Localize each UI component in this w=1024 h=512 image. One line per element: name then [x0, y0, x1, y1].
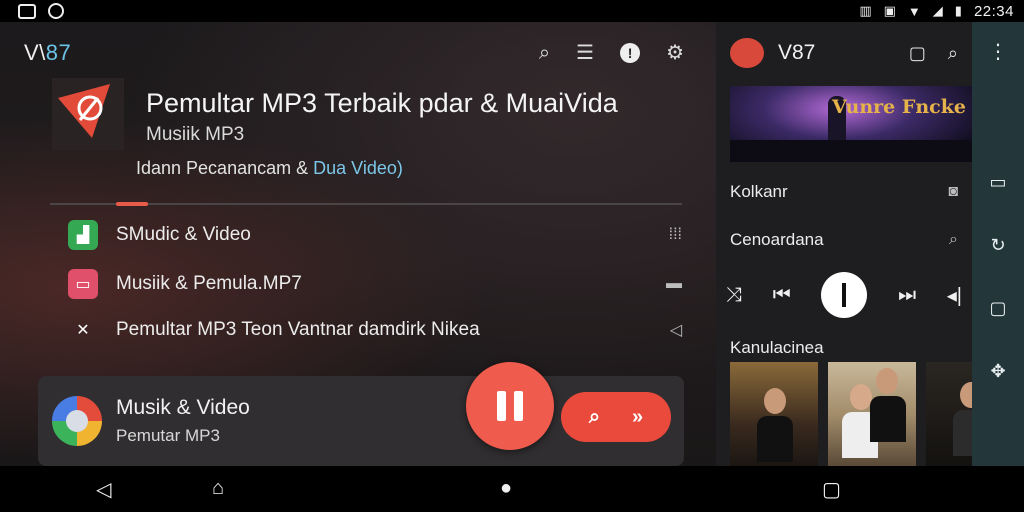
panel-row[interactable]: Kolkanr ◙	[730, 180, 958, 204]
battery-icon[interactable]: ▬	[666, 275, 682, 293]
status-bar: ▥ ▣ ▼ ◢ ▮ 22:34	[0, 0, 1024, 22]
menu-item[interactable]: ✕ Pemultar MP3 Teon Vantnar damdirk Nike…	[68, 315, 682, 345]
next-icon[interactable]: ⏭	[898, 284, 916, 307]
home-icon[interactable]: ●	[500, 477, 512, 500]
info-icon[interactable]: !	[620, 43, 641, 63]
pause-button[interactable]	[466, 362, 554, 450]
puzzle-icon[interactable]: ✥	[990, 361, 1005, 382]
grid-icon[interactable]: ⁞⁞⁞	[669, 226, 682, 244]
music-file-icon: ▟	[68, 220, 98, 250]
share-icon[interactable]: ◁	[670, 320, 682, 340]
video-thumbnail[interactable]	[828, 362, 916, 466]
camera-icon[interactable]: ◙	[948, 183, 958, 201]
skip-controls[interactable]: ⌕ »	[561, 392, 671, 442]
app-subtitle: Musiik MP3	[146, 124, 245, 145]
recents-icon[interactable]: ▢	[822, 477, 841, 502]
panel-row[interactable]: Cenoardana ⌕	[730, 228, 958, 252]
side-rail: ⋮ ▭ ↻ ▢ ✥	[972, 22, 1024, 466]
volume-icon[interactable]: ◂|	[947, 283, 962, 308]
search-icon[interactable]: ⌕	[948, 43, 958, 64]
rotate-icon[interactable]: ↻	[990, 235, 1005, 256]
navigation-bar: ◁ ⌂ ● ▢	[0, 466, 1024, 512]
progress-indicator	[116, 202, 148, 206]
chat-bubble-icon	[48, 3, 64, 19]
app-logo	[52, 78, 124, 150]
search-icon[interactable]: ⌕	[589, 406, 600, 429]
video-thumbnail[interactable]	[730, 362, 818, 466]
settings-icon[interactable]: ⚙	[666, 43, 684, 63]
list-icon[interactable]: ☰	[576, 43, 594, 63]
nfc-icon: ▣	[883, 3, 896, 18]
search-icon[interactable]: ⌕	[949, 231, 958, 249]
album-art-icon	[52, 396, 102, 446]
search-icon[interactable]: ⌕	[539, 43, 550, 63]
more-vert-icon[interactable]: ⋮	[988, 42, 1008, 62]
app-logo-small	[730, 38, 764, 68]
back-icon[interactable]: ◁	[96, 477, 111, 502]
wifi-icon: ▼	[907, 3, 921, 19]
top-app-bar: V\87 ⌕ ☰ ! ⚙	[24, 40, 684, 66]
signal-icon: ◢	[932, 3, 943, 18]
featured-sign: Vunre Fncke	[832, 96, 966, 118]
panel-brand: V87	[778, 41, 816, 64]
home-up-icon[interactable]: ⌂	[212, 477, 224, 500]
progress-divider	[50, 202, 682, 206]
playback-controls: ⤨ ⏮ ⏭ ◂|	[726, 270, 962, 320]
app-description: Idann Pecanancam & Dua Video)	[136, 158, 403, 178]
app-title: Pemultar MP3 Terbaik pdar & MuaiVida	[146, 88, 618, 118]
brand-logo-text: V\87	[24, 40, 72, 65]
shuffle-icon: ✕	[76, 322, 90, 339]
bookmark-icon: ▭	[68, 269, 98, 299]
folder-icon[interactable]: ▢	[909, 43, 926, 64]
menu-item[interactable]: ▭ Musiik & Pemula.MP7 ▬	[68, 269, 682, 299]
vibrate-icon: ▥	[859, 3, 872, 18]
square-icon[interactable]: ▢	[989, 298, 1006, 319]
battery-icon: ▮	[954, 3, 962, 18]
clock: 22:34	[973, 2, 1014, 20]
play-button[interactable]	[821, 272, 868, 318]
player-title: Musik & Video	[116, 396, 250, 419]
shuffle-icon[interactable]: ⤨	[726, 284, 742, 307]
featured-concert-image[interactable]: Vunre Fncke	[730, 86, 972, 162]
previous-icon[interactable]: ⏮	[773, 284, 791, 307]
image-icon	[18, 3, 36, 19]
menu-item[interactable]: ▟ SMudic & Video ⁞⁞⁞	[68, 220, 682, 250]
player-subtitle: Pemutar MP3	[116, 426, 220, 445]
fast-forward-icon[interactable]: »	[632, 406, 643, 429]
side-panel: V87 ▢ ⌕ Vunre Fncke Kolkanr ◙ Cenoardana…	[716, 22, 972, 466]
thumbnail-list	[730, 362, 972, 466]
video-thumbnail[interactable]	[926, 362, 972, 466]
tablet-icon[interactable]: ▭	[989, 172, 1006, 193]
section-title: Kanulacinea	[730, 338, 824, 357]
